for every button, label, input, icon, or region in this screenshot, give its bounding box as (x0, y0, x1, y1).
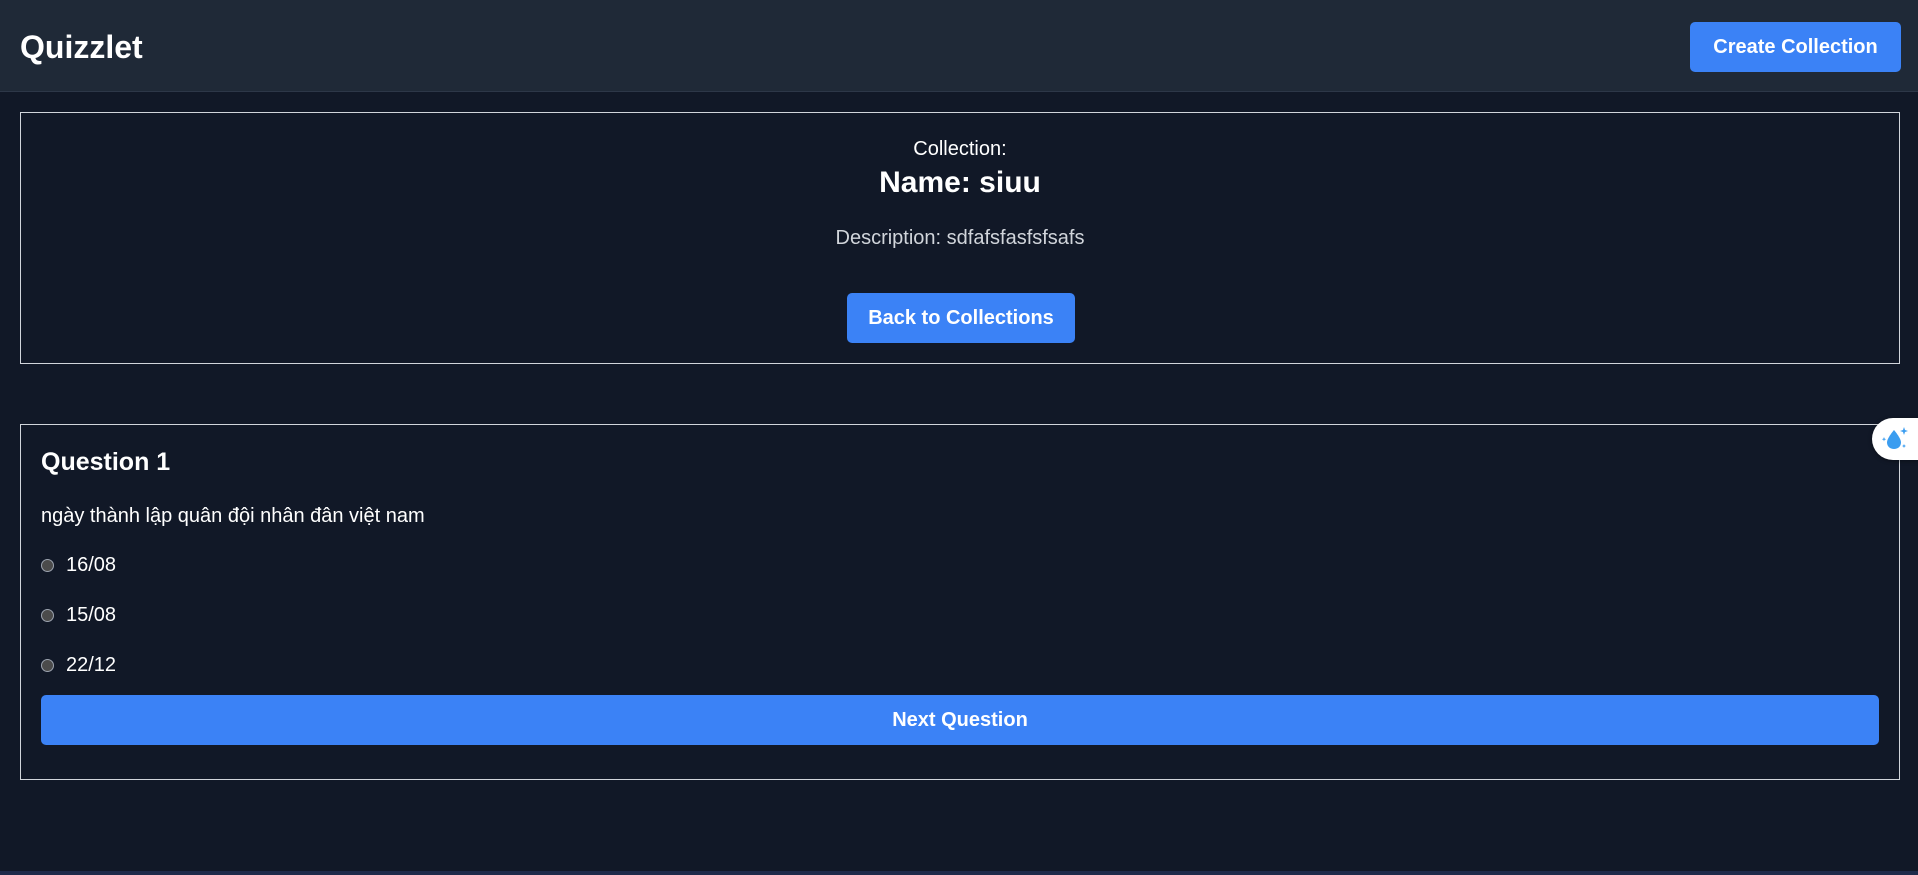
extension-floating-button[interactable] (1872, 418, 1918, 460)
collection-name: Name: siuu (879, 166, 1041, 199)
answer-option-label: 15/08 (66, 604, 117, 626)
top-navbar: Quizzlet Create Collection (0, 0, 1918, 92)
question-card: Question 1 ngày thành lập quân đội nhân … (20, 424, 1900, 780)
create-collection-button[interactable]: Create Collection (1690, 22, 1901, 72)
radio-button[interactable] (41, 558, 54, 572)
next-question-button[interactable]: Next Question (41, 695, 1879, 745)
collection-info-panel: Collection: Name: siuu Description: sdfa… (20, 112, 1900, 364)
question-title: Question 1 (41, 448, 171, 476)
app-logo-text[interactable]: Quizzlet (20, 28, 143, 66)
collection-description: Description: sdfafsfasfsfsafs (835, 227, 1085, 249)
answer-option[interactable]: 22/12 (41, 651, 116, 679)
radio-button[interactable] (41, 608, 54, 622)
collection-label: Collection: (913, 138, 1007, 160)
answer-option[interactable]: 15/08 (41, 601, 116, 629)
bottom-divider (0, 871, 1918, 875)
answer-option-label: 16/08 (66, 554, 117, 576)
answer-option[interactable]: 16/08 (41, 551, 116, 579)
answer-option-label: 22/12 (66, 654, 117, 676)
back-to-collections-button[interactable]: Back to Collections (847, 293, 1075, 343)
radio-button[interactable] (41, 658, 54, 672)
water-drop-sparkle-icon (1881, 427, 1908, 449)
question-text: ngày thành lập quân đội nhân đân việt na… (41, 505, 425, 527)
